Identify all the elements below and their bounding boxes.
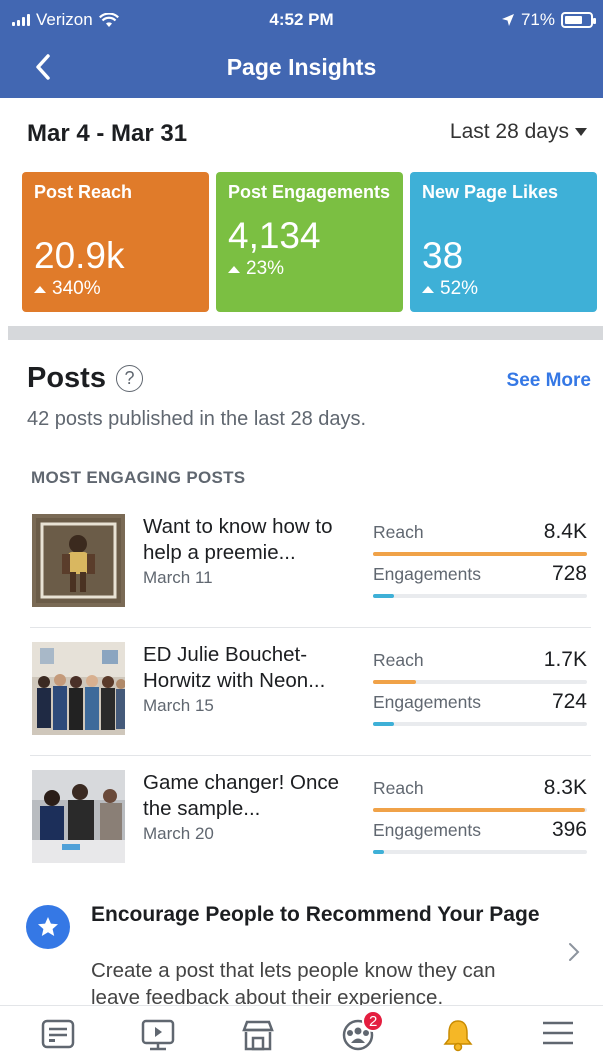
posts-subtitle: 42 posts published in the last 28 days. — [27, 408, 367, 430]
engagements-bar-fill — [373, 722, 395, 726]
reach-label: Reach — [373, 522, 424, 542]
engagements-label: Engagements — [373, 692, 481, 712]
date-range-row: Mar 4 - Mar 31 Last 28 days — [0, 98, 603, 170]
location-arrow-icon — [501, 14, 514, 26]
reach-metric: Reach 8.4K — [373, 520, 587, 562]
post-row[interactable]: Want to know how to help a preemie... Ma… — [0, 500, 603, 628]
menu-icon — [543, 1021, 573, 1045]
tab-marketplace[interactable] — [238, 1018, 278, 1054]
reach-bar-track — [373, 808, 587, 812]
see-more-link[interactable]: See More — [507, 370, 591, 392]
engagements-bar-fill — [373, 594, 395, 598]
card-value: 38 — [422, 235, 464, 276]
page-title: Page Insights — [226, 54, 377, 80]
tab-news-feed[interactable] — [38, 1018, 78, 1054]
card-label: New Page Likes — [422, 182, 559, 202]
reach-bar-fill — [373, 680, 416, 684]
card-label: Post Reach — [34, 182, 133, 202]
notifications-icon — [443, 1020, 473, 1052]
caret-down-icon — [575, 128, 587, 136]
recommend-body: Create a post that lets people know they… — [91, 959, 496, 1009]
post-date: March 20 — [143, 824, 214, 843]
post-title: ED Julie Bouchet-Horwitz with Neon... — [143, 643, 326, 692]
star-icon — [26, 905, 70, 949]
tab-notifications[interactable] — [438, 1018, 478, 1054]
post-reach-card[interactable]: Post Reach 20.9k 340% — [22, 172, 209, 312]
engagements-value: 728 — [551, 562, 587, 585]
engagements-value: 724 — [551, 690, 587, 713]
engagements-value: 396 — [551, 818, 587, 841]
engagements-metric: Engagements 724 — [373, 690, 587, 732]
reach-metric: Reach 1.7K — [373, 648, 587, 690]
engagements-bar-track — [373, 722, 587, 726]
engagements-metric: Engagements 396 — [373, 818, 587, 860]
post-date: March 15 — [143, 696, 214, 715]
recommend-prompt[interactable]: Encourage People to Recommend Your Page … — [0, 895, 603, 1009]
card-change: 23% — [246, 258, 285, 279]
battery-percent: 71% — [520, 10, 555, 29]
posts-heading: Posts ? — [27, 362, 143, 395]
post-date: March 11 — [143, 568, 213, 587]
engagements-bar-fill — [373, 850, 384, 854]
tab-groups[interactable]: 2 — [338, 1010, 385, 1054]
post-thumbnail — [32, 770, 125, 863]
up-triangle-icon — [228, 265, 240, 273]
bottom-tab-bar: 2 — [0, 1005, 603, 1058]
reach-value: 8.3K — [543, 776, 587, 799]
card-change: 340% — [52, 278, 101, 299]
date-range: Mar 4 - Mar 31 — [27, 120, 188, 147]
new-page-likes-card[interactable]: New Page Likes 38 52% — [410, 172, 597, 312]
card-change: 52% — [440, 278, 479, 299]
posts-title: Posts — [27, 362, 106, 394]
reach-bar-fill — [373, 808, 585, 812]
marketplace-icon — [242, 1020, 274, 1051]
up-triangle-icon — [422, 285, 434, 293]
reach-value: 1.7K — [543, 648, 587, 671]
news-feed-icon — [41, 1019, 75, 1049]
status-bar: Verizon 4:52 PM 71% — [0, 0, 603, 40]
period-label: Last 28 days — [449, 120, 569, 143]
reach-label: Reach — [373, 778, 424, 798]
up-triangle-icon — [34, 285, 46, 293]
post-thumbnail — [32, 642, 125, 735]
reach-bar-track — [373, 552, 587, 556]
reach-bar-fill — [373, 552, 587, 556]
summary-cards: Post Reach 20.9k 340% Post Engagements 4… — [22, 172, 597, 312]
reach-label: Reach — [373, 650, 424, 670]
period-dropdown[interactable]: Last 28 days — [450, 120, 587, 144]
watch-icon — [141, 1019, 175, 1051]
card-value: 4,134 — [228, 215, 321, 256]
reach-bar-track — [373, 680, 587, 684]
most-engaging-heading: MOST ENGAGING POSTS — [31, 468, 246, 487]
post-title: Game changer! Once the sample... — [143, 771, 339, 820]
post-thumbnail — [32, 514, 125, 607]
post-row[interactable]: ED Julie Bouchet-Horwitz with Neon... Ma… — [0, 628, 603, 756]
top-bar: Verizon 4:52 PM 71% Page Insights — [0, 0, 603, 98]
engagements-metric: Engagements 728 — [373, 562, 587, 604]
section-divider — [8, 326, 603, 340]
engagements-bar-track — [373, 594, 587, 598]
recommend-title: Encourage People to Recommend Your Page — [91, 903, 540, 926]
battery-icon — [561, 12, 596, 28]
chevron-right-icon — [569, 943, 580, 961]
post-row[interactable]: Game changer! Once the sample... March 2… — [0, 756, 603, 884]
engagements-label: Engagements — [373, 564, 481, 584]
reach-metric: Reach 8.3K — [373, 776, 587, 818]
groups-badge: 2 — [362, 1010, 385, 1032]
help-icon[interactable]: ? — [115, 365, 143, 392]
tab-menu[interactable] — [538, 1018, 578, 1054]
engagements-bar-track — [373, 850, 587, 854]
post-engagements-card[interactable]: Post Engagements 4,134 23% — [216, 172, 403, 312]
engagements-label: Engagements — [373, 820, 481, 840]
post-title: Want to know how to help a preemie... — [143, 515, 333, 564]
card-value: 20.9k — [34, 235, 125, 276]
reach-value: 8.4K — [543, 520, 587, 543]
tab-watch[interactable] — [138, 1018, 178, 1054]
